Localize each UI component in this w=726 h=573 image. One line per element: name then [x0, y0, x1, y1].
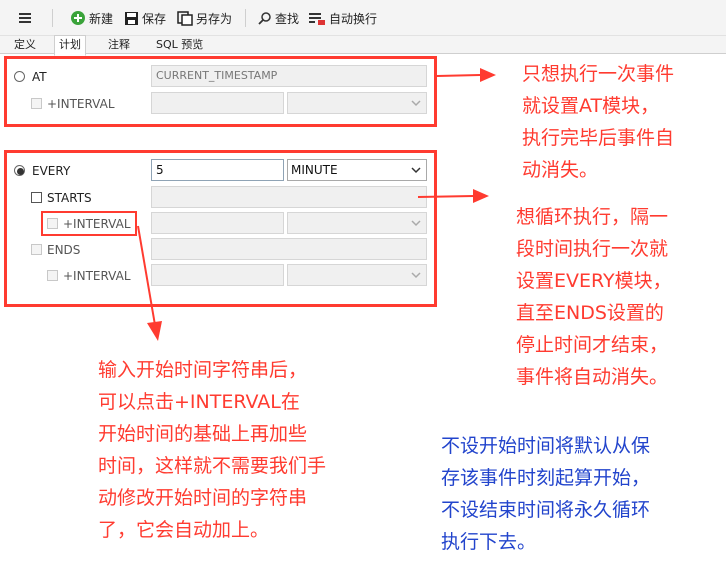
- tab-sql-preview[interactable]: SQL 预览: [152, 36, 207, 54]
- search-icon: [258, 12, 271, 25]
- annotation-line: 段时间执行一次就: [516, 238, 669, 260]
- interval-highlight-box: [41, 211, 137, 236]
- annotation-line: 执行完毕后事件自: [522, 127, 675, 149]
- save-as-label: 另存为: [196, 11, 233, 26]
- annotation-line: 动消失。: [522, 159, 599, 181]
- annotation-line: 动修改开始时间的字符串: [98, 487, 308, 509]
- at-annotation: 只想执行一次事件 就设置AT模块， 执行完毕后事件自 动消失。: [522, 58, 722, 186]
- tab-comment[interactable]: 注释: [104, 36, 134, 54]
- word-wrap-button[interactable]: 自动换行: [308, 9, 377, 27]
- annotation-line: 时间，这样就不需要我们手: [98, 455, 327, 477]
- toolbar-divider: [52, 9, 53, 27]
- save-label: 保存: [142, 11, 167, 26]
- new-label: 新建: [89, 11, 114, 26]
- annotation-line: 想循环执行，隔一: [516, 206, 669, 228]
- hamburger-menu-icon[interactable]: [18, 9, 35, 27]
- annotation-line: 存该事件时刻起算开始，: [441, 467, 651, 489]
- save-as-button[interactable]: 另存为: [177, 9, 232, 27]
- annotation-line: 开始时间的基础上再加些: [98, 423, 308, 445]
- annotation-line: 设置EVERY模块，: [516, 270, 672, 292]
- word-wrap-label: 自动换行: [329, 11, 378, 26]
- save-icon: [125, 11, 138, 25]
- find-label: 查找: [275, 11, 300, 26]
- annotation-line: 直至ENDS设置的: [516, 302, 664, 324]
- annotation-line: 可以点击+INTERVAL在: [98, 391, 300, 413]
- annotation-line: 输入开始时间字符串后，: [98, 359, 308, 381]
- annotation-line: 事件将自动消失。: [516, 366, 669, 388]
- every-annotation: 想循环执行，隔一 段时间执行一次就 设置EVERY模块， 直至ENDS设置的 停…: [516, 201, 722, 393]
- new-icon: [71, 11, 85, 25]
- default-annotation: 不设开始时间将默认从保 存该事件时刻起算开始， 不设结束时间将永久循环 执行下去…: [441, 430, 723, 558]
- annotation-line: 执行下去。: [441, 531, 537, 553]
- word-wrap-icon: [309, 12, 325, 25]
- annotation-line: 就设置AT模块，: [522, 95, 660, 117]
- annotation-line: 停止时间才结束，: [516, 334, 669, 356]
- tab-bar: 定义 计划 注释 SQL 预览: [0, 35, 726, 56]
- new-button[interactable]: 新建: [70, 9, 113, 27]
- toolbar: 新建 保存 另存为 查找 自动换行: [0, 0, 726, 36]
- save-button[interactable]: 保存: [124, 9, 166, 27]
- find-button[interactable]: 查找: [258, 9, 299, 27]
- annotation-line: 只想执行一次事件: [522, 63, 675, 85]
- interval-annotation: 输入开始时间字符串后， 可以点击+INTERVAL在 开始时间的基础上再加些 时…: [98, 354, 398, 546]
- toolbar-divider: [245, 9, 246, 27]
- at-arrow: [436, 68, 496, 82]
- annotation-line: 不设开始时间将默认从保: [441, 435, 651, 457]
- at-highlight-box: [4, 56, 437, 127]
- tab-schedule[interactable]: 计划: [54, 35, 86, 56]
- save-as-icon: [177, 10, 193, 26]
- annotation-line: 了，它会自动加上。: [98, 519, 270, 541]
- annotation-line: 不设结束时间将永久循环: [441, 499, 651, 521]
- tab-definition[interactable]: 定义: [10, 36, 40, 54]
